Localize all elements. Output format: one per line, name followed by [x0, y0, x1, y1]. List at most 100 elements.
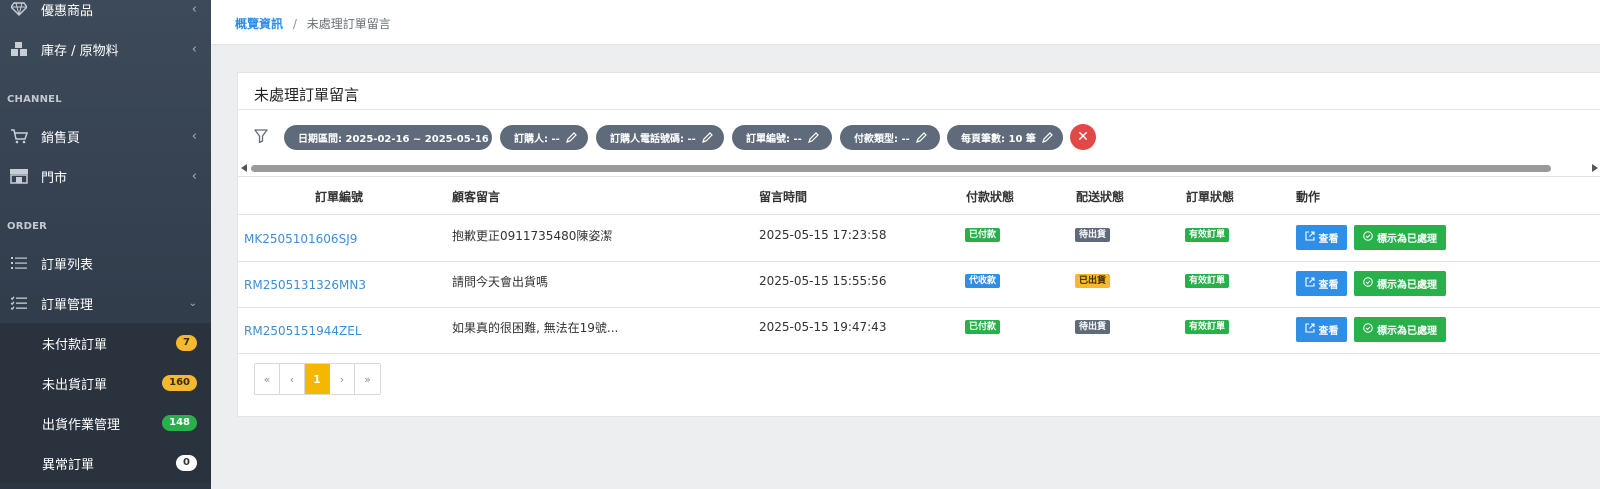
sidebar-item-store[interactable]: 門市 ‹ [0, 156, 211, 196]
sidebar-item-order-management[interactable]: 訂單管理 ⌄ [0, 283, 211, 323]
card-title: 未處理訂單留言 [254, 86, 360, 104]
payment-status-badge: 已付款 [965, 320, 1001, 334]
chevron-left-icon: ‹ [191, 128, 197, 144]
breadcrumb: 概覽資訊 / 未處理訂單留言 [235, 15, 391, 32]
message-time: 2025-05-15 19:47:43 [759, 320, 887, 334]
next-page-button[interactable]: › [330, 364, 355, 394]
view-button[interactable]: 查看 [1296, 271, 1347, 296]
pencil-icon [807, 132, 819, 143]
count-badge: 7 [176, 335, 197, 351]
mark-processed-button[interactable]: 標示為已處理 [1354, 225, 1446, 250]
column-header-order-status: 訂單狀態 [1186, 190, 1235, 204]
order-number-link[interactable]: RM2505131326MN3 [244, 278, 366, 292]
last-page-button[interactable]: » [355, 364, 380, 394]
first-page-button[interactable]: « [255, 364, 280, 394]
messages-card: 未處理訂單留言 日期區間: 2025-02-16 ~ 2025-05-16 訂購… [237, 72, 1600, 417]
pencil-icon [1041, 132, 1053, 143]
count-badge: 0 [176, 455, 197, 471]
sidebar-item-label: 訂單列表 [41, 257, 94, 273]
order-status-badge: 有效訂單 [1185, 274, 1230, 288]
table-row: MK2505101606SJ9 抱歉更正0911735480陳姿潔 2025-0… [238, 215, 1600, 262]
prev-page-button[interactable]: ‹ [280, 364, 305, 394]
column-header-message: 顧客留言 [452, 190, 501, 204]
breadcrumb-bar: 概覽資訊 / 未處理訂單留言 [211, 0, 1600, 45]
mark-processed-label: 標示為已處理 [1377, 280, 1437, 291]
payment-status-badge: 代收款 [965, 274, 1001, 288]
filter-chip-buyer-phone[interactable]: 訂購人電話號碼: -- [596, 125, 724, 150]
column-header-payment-status: 付款狀態 [966, 190, 1015, 204]
store-icon [9, 166, 29, 186]
sidebar-item-sales-page[interactable]: 銷售頁 ‹ [0, 116, 211, 156]
message-time: 2025-05-15 15:55:56 [759, 274, 887, 288]
scroll-left-arrow[interactable] [241, 164, 247, 172]
boxes-icon [9, 39, 29, 59]
view-button-label: 查看 [1318, 326, 1339, 337]
column-header-order-no: 訂單編號 [315, 190, 364, 204]
sidebar: 優惠商品 ‹ 庫存 / 原物料 ‹ CHANNEL 銷售頁 ‹ 門市 ‹ ORD… [0, 0, 211, 489]
view-button-label: 查看 [1318, 234, 1339, 245]
filter-chip-page-size[interactable]: 每頁筆數: 10 筆 [947, 125, 1063, 150]
filter-chip-date-range[interactable]: 日期區間: 2025-02-16 ~ 2025-05-16 [284, 125, 506, 150]
external-link-icon [1304, 231, 1315, 244]
divider [238, 109, 1600, 110]
column-header-actions: 動作 [1296, 190, 1321, 204]
filter-chip-label: 付款類型: -- [854, 134, 910, 145]
list-icon [9, 253, 29, 273]
check-circle-icon [1363, 231, 1373, 244]
clear-filters-button[interactable]: ✕ [1070, 124, 1096, 150]
filter-icon[interactable] [254, 129, 268, 146]
mark-processed-label: 標示為已處理 [1377, 234, 1437, 245]
shipping-status-badge: 待出貨 [1075, 320, 1111, 334]
filter-chip-label: 日期區間: 2025-02-16 ~ 2025-05-16 [298, 134, 489, 145]
filter-bar: 日期區間: 2025-02-16 ~ 2025-05-16 訂購人: -- 訂購… [238, 123, 1600, 151]
order-status-badge: 有效訂單 [1185, 228, 1230, 242]
external-link-icon [1304, 323, 1315, 336]
filter-chip-order-no[interactable]: 訂單編號: -- [732, 125, 832, 150]
table-row: RM2505151944ZEL 如果真的很困難, 無法在19號... 2025-… [238, 307, 1600, 354]
pencil-icon [701, 132, 713, 143]
sidebar-subitem-unpaid-orders[interactable]: 未付款訂單 7 [0, 323, 211, 363]
sidebar-item-label: 門市 [41, 170, 68, 186]
sidebar-item-order-list[interactable]: 訂單列表 [0, 243, 211, 283]
customer-message: 抱歉更正0911735480陳姿潔 [452, 229, 613, 243]
chevron-left-icon: ‹ [191, 1, 197, 17]
breadcrumb-separator: / [292, 17, 297, 31]
chevron-left-icon: ‹ [191, 168, 197, 184]
sidebar-subitem-abnormal-orders[interactable]: 異常訂單 0 [0, 443, 211, 483]
page-button-current[interactable]: 1 [305, 364, 330, 394]
section-heading-channel: CHANNEL [7, 94, 62, 105]
sidebar-item-promotions[interactable]: 優惠商品 ‹ [0, 0, 211, 29]
message-time: 2025-05-15 17:23:58 [759, 228, 887, 242]
customer-message: 如果真的很困難, 無法在19號... [452, 321, 619, 335]
sidebar-subitem-shipping-management[interactable]: 出貨作業管理 148 [0, 403, 211, 443]
payment-status-badge: 已付款 [965, 228, 1001, 242]
mark-processed-button[interactable]: 標示為已處理 [1354, 271, 1446, 296]
filter-chip-label: 每頁筆數: 10 筆 [961, 134, 1036, 145]
breadcrumb-current: 未處理訂單留言 [306, 17, 391, 31]
sidebar-subitem-label: 未出貨訂單 [42, 377, 108, 393]
chevron-left-icon: ‹ [191, 41, 197, 57]
sidebar-item-inventory[interactable]: 庫存 / 原物料 ‹ [0, 29, 211, 69]
mark-processed-button[interactable]: 標示為已處理 [1354, 317, 1446, 342]
view-button[interactable]: 查看 [1296, 225, 1347, 250]
pagination: « ‹ 1 › » [254, 363, 381, 395]
horizontal-scrollbar[interactable] [251, 165, 1551, 172]
shipping-status-badge: 已出貨 [1075, 274, 1111, 288]
sidebar-item-label: 優惠商品 [41, 3, 94, 19]
filter-chip-payment-type[interactable]: 付款類型: -- [840, 125, 940, 150]
pencil-icon [915, 132, 927, 143]
chevron-down-icon: ⌄ [188, 297, 197, 309]
order-number-link[interactable]: RM2505151944ZEL [244, 324, 362, 338]
filter-chip-buyer[interactable]: 訂購人: -- [500, 125, 588, 150]
shipping-status-badge: 待出貨 [1075, 228, 1111, 242]
sidebar-subitem-unshipped-orders[interactable]: 未出貨訂單 160 [0, 363, 211, 403]
sidebar-subitem-label: 未付款訂單 [42, 337, 108, 353]
table-top-border [238, 176, 1600, 177]
view-button[interactable]: 查看 [1296, 317, 1347, 342]
order-number-link[interactable]: MK2505101606SJ9 [244, 232, 357, 246]
column-header-time: 留言時間 [759, 190, 808, 204]
breadcrumb-home-link[interactable]: 概覽資訊 [235, 17, 283, 31]
scroll-right-arrow[interactable] [1592, 164, 1598, 172]
sidebar-subitem-label: 出貨作業管理 [42, 417, 121, 433]
sidebar-item-label: 庫存 / 原物料 [41, 43, 119, 59]
